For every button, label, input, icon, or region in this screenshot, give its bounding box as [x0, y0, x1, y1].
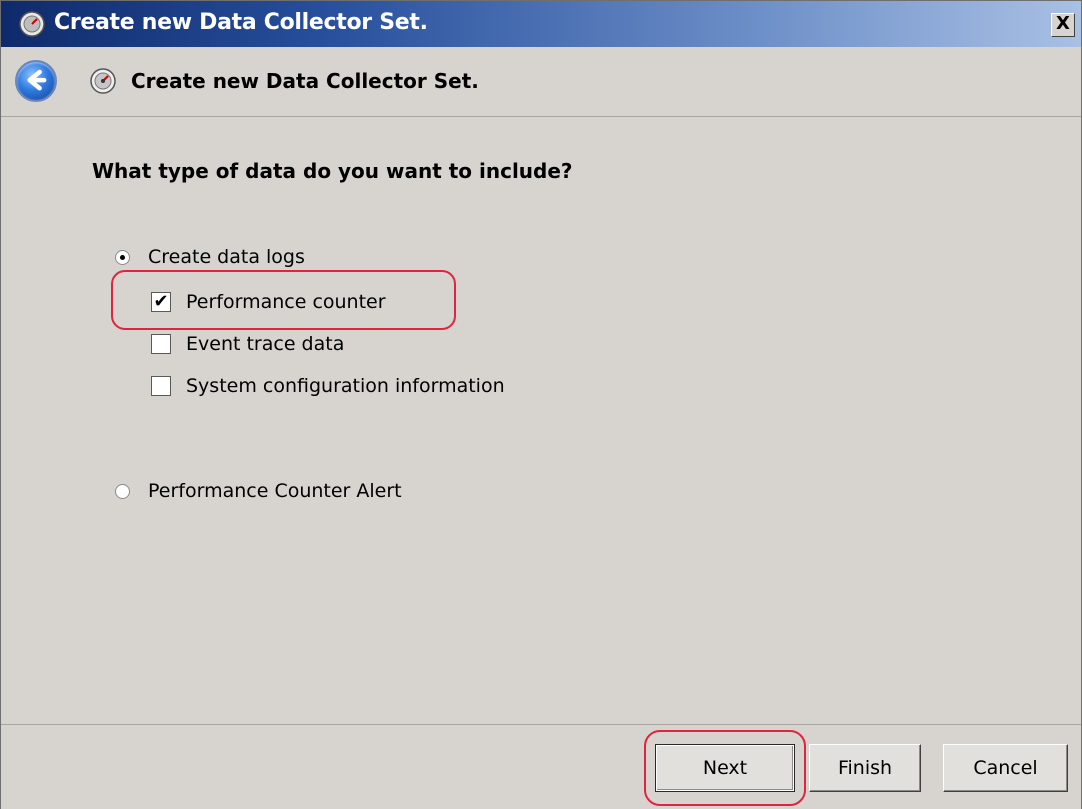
event-trace-checkbox[interactable]: [151, 334, 171, 354]
performance-counter-option[interactable]: ✔ Performance counter: [151, 291, 386, 313]
wizard-header: Create new Data Collector Set.: [1, 47, 1081, 117]
performance-counter-label: Performance counter: [186, 291, 386, 313]
performance-counter-alert-radio[interactable]: [115, 483, 130, 499]
event-trace-option[interactable]: Event trace data: [151, 333, 344, 355]
window-title: Create new Data Collector Set.: [54, 10, 428, 35]
content-area: What type of data do you want to include…: [1, 118, 1081, 724]
performance-counter-alert-option[interactable]: Performance Counter Alert: [115, 480, 402, 502]
event-trace-label: Event trace data: [186, 333, 345, 355]
system-config-option[interactable]: System configuration information: [151, 375, 505, 397]
wizard-footer: Next Finish Cancel: [1, 724, 1081, 809]
close-button[interactable]: X: [1051, 13, 1075, 37]
create-data-logs-radio[interactable]: [115, 249, 130, 265]
gauge-icon: [90, 68, 116, 94]
create-data-logs-label: Create data logs: [148, 246, 305, 268]
gauge-icon: [19, 11, 45, 37]
system-config-checkbox[interactable]: [151, 376, 171, 396]
finish-button[interactable]: Finish: [809, 744, 921, 792]
system-config-label: System configuration information: [186, 375, 505, 397]
back-arrow-icon: [27, 69, 47, 91]
dialog-window: Create new Data Collector Set. X Create …: [0, 0, 1082, 809]
close-icon: X: [1056, 13, 1070, 34]
next-button[interactable]: Next: [655, 744, 795, 792]
performance-counter-checkbox[interactable]: ✔: [151, 292, 171, 312]
back-button[interactable]: [15, 60, 57, 102]
wizard-title: Create new Data Collector Set.: [131, 69, 479, 93]
page-question: What type of data do you want to include…: [92, 159, 573, 183]
title-bar[interactable]: Create new Data Collector Set. X: [1, 1, 1081, 47]
performance-counter-alert-label: Performance Counter Alert: [148, 480, 402, 502]
cancel-button[interactable]: Cancel: [943, 744, 1068, 792]
create-data-logs-option[interactable]: Create data logs: [115, 246, 305, 268]
